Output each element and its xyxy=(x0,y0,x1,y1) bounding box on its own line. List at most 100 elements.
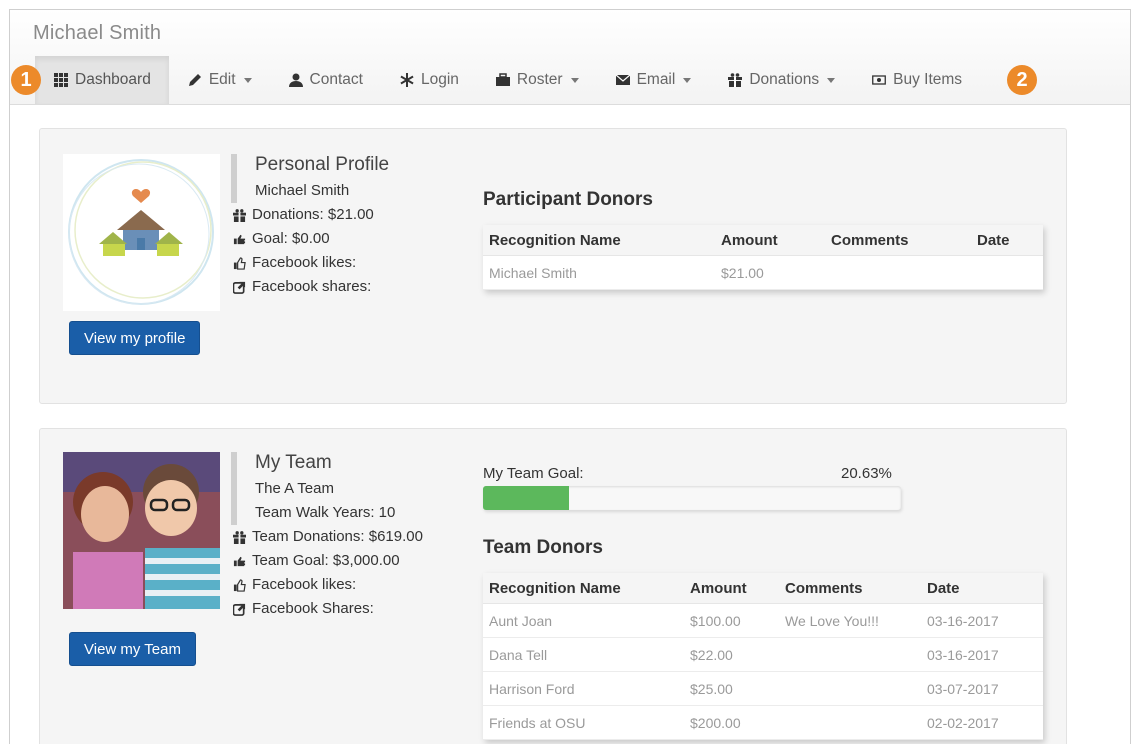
profile-name: Michael Smith xyxy=(255,182,350,199)
cell-amount: $25.00 xyxy=(690,680,733,697)
header-amount: Amount xyxy=(690,579,747,597)
table-row: Dana Tell $22.00 03-16-2017 xyxy=(483,638,1043,672)
thumbs-up-icon xyxy=(231,256,247,270)
team-name: The A Team xyxy=(255,480,334,497)
team-donors-title: Team Donors xyxy=(483,537,604,558)
team-goal-progress-fill xyxy=(483,486,570,510)
nav-donations-label: Donations xyxy=(749,71,820,88)
profile-fb-likes: Facebook likes: xyxy=(252,254,357,271)
table-row: Aunt Joan $100.00 We Love You!!! 03-16-2… xyxy=(483,604,1043,638)
nav-email[interactable]: Email xyxy=(597,56,710,104)
team-info: My Team The A Team Team Walk Years: 10 T… xyxy=(231,452,423,621)
team-donors-table: Recognition Name Amount Comments Date Au… xyxy=(483,573,1043,740)
team-goal-percent: 20.63% xyxy=(841,465,892,482)
grid-icon xyxy=(53,72,69,88)
nav-buy-items[interactable]: Buy Items xyxy=(853,56,980,104)
cell-recognition-name: Harrison Ford xyxy=(489,680,575,697)
thumbs-up-icon xyxy=(231,578,247,592)
profile-fb-likes-row: Facebook likes: xyxy=(231,251,389,275)
table-header: Recognition Name Amount Comments Date xyxy=(483,225,1043,256)
pencil-icon xyxy=(187,72,203,88)
nav-login[interactable]: Login xyxy=(381,56,477,104)
nav-edit-label: Edit xyxy=(208,71,236,88)
gift-icon xyxy=(231,530,247,544)
team-goal-label: My Team Goal: xyxy=(483,465,584,482)
cell-amount: $22.00 xyxy=(690,646,733,663)
nav-contact-label: Contact xyxy=(309,71,363,88)
team-donations-row: Team Donations: $619.00 xyxy=(231,525,423,549)
profile-info: Personal Profile Michael Smith Donations… xyxy=(231,154,389,299)
gift-icon xyxy=(231,208,247,222)
table-row: Michael Smith $21.00 xyxy=(483,256,1043,290)
nav-login-label: Login xyxy=(420,71,459,88)
cell-recognition-name: Friends at OSU xyxy=(489,714,586,731)
table-row: Harrison Ford $25.00 03-07-2017 xyxy=(483,672,1043,706)
profile-donations-row: Donations: $21.00 xyxy=(231,203,389,227)
team-fb-likes-row: Facebook likes: xyxy=(231,573,423,597)
asterisk-icon xyxy=(399,72,415,88)
header-recognition-name: Recognition Name xyxy=(489,231,621,249)
hand-point-icon xyxy=(231,555,247,568)
table-row: Friends at OSU $200.00 02-02-2017 xyxy=(483,706,1043,740)
envelope-icon xyxy=(615,72,631,88)
nav-dashboard[interactable]: Dashboard xyxy=(35,56,169,104)
cell-recognition-name: Dana Tell xyxy=(489,646,548,663)
share-icon xyxy=(231,603,247,616)
team-fb-likes: Facebook likes: xyxy=(252,576,357,593)
team-fb-shares-row: Facebook Shares: xyxy=(231,597,423,621)
chevron-down-icon xyxy=(570,77,579,83)
participant-donors-table: Recognition Name Amount Comments Date Mi… xyxy=(483,225,1043,290)
callout-badge-2: 2 xyxy=(1007,65,1037,95)
profile-fb-shares: Facebook shares: xyxy=(252,278,372,295)
cell-date: 02-02-2017 xyxy=(927,714,999,731)
chevron-down-icon xyxy=(243,77,252,83)
profile-goal-row: Goal: $0.00 xyxy=(231,227,389,251)
header-comments: Comments xyxy=(785,579,863,597)
main-nav: Dashboard Edit Contact Login Roster Emai… xyxy=(35,56,980,104)
nav-donations[interactable]: Donations xyxy=(709,56,853,104)
nav-roster[interactable]: Roster xyxy=(477,56,597,104)
share-icon xyxy=(231,281,247,294)
team-fb-shares: Facebook Shares: xyxy=(252,600,374,617)
nav-roster-label: Roster xyxy=(516,71,563,88)
cell-date: 03-16-2017 xyxy=(927,612,999,629)
profile-logo-image xyxy=(63,154,220,311)
header-recognition-name: Recognition Name xyxy=(489,579,621,597)
cell-amount: $200.00 xyxy=(690,714,741,731)
nav-edit[interactable]: Edit xyxy=(169,56,270,104)
participant-donors-title: Participant Donors xyxy=(483,189,653,210)
team-photo xyxy=(63,452,220,609)
profile-title: Personal Profile xyxy=(255,154,390,175)
user-name-brand[interactable]: Michael Smith xyxy=(33,22,161,45)
briefcase-icon xyxy=(495,72,511,88)
view-team-button[interactable]: View my Team xyxy=(69,632,196,666)
cell-recognition-name: Aunt Joan xyxy=(489,612,553,629)
view-profile-button[interactable]: View my profile xyxy=(69,321,201,355)
nav-contact[interactable]: Contact xyxy=(270,56,381,104)
cell-recognition-name: Michael Smith xyxy=(489,264,577,281)
team-donations: Team Donations: $619.00 xyxy=(252,528,423,545)
team-goal-row: Team Goal: $3,000.00 xyxy=(231,549,423,573)
profile-fb-shares-row: Facebook shares: xyxy=(231,275,389,299)
cell-amount: $21.00 xyxy=(721,264,764,281)
nav-buy-items-label: Buy Items xyxy=(893,71,963,88)
gift-icon xyxy=(727,72,743,88)
profile-goal: Goal: $0.00 xyxy=(252,230,330,247)
hand-point-icon xyxy=(231,233,247,246)
cell-date: 03-07-2017 xyxy=(927,680,999,697)
team-goal: Team Goal: $3,000.00 xyxy=(252,552,400,569)
header-comments: Comments xyxy=(831,231,909,249)
user-icon xyxy=(288,72,304,88)
app-window: Michael Smith Dashboard Edit Contact Log… xyxy=(9,9,1131,744)
money-icon xyxy=(871,72,887,88)
team-goal-progress-bar xyxy=(483,486,901,510)
team-walk-years: Team Walk Years: 10 xyxy=(255,504,396,521)
my-team-panel: My Team The A Team Team Walk Years: 10 T… xyxy=(39,428,1067,744)
profile-donations: Donations: $21.00 xyxy=(252,206,374,223)
top-navbar: Michael Smith Dashboard Edit Contact Log… xyxy=(10,10,1130,105)
team-title: My Team xyxy=(255,452,332,473)
table-header: Recognition Name Amount Comments Date xyxy=(483,573,1043,604)
header-amount: Amount xyxy=(721,231,778,249)
header-date: Date xyxy=(927,579,960,597)
cell-amount: $100.00 xyxy=(690,612,741,629)
